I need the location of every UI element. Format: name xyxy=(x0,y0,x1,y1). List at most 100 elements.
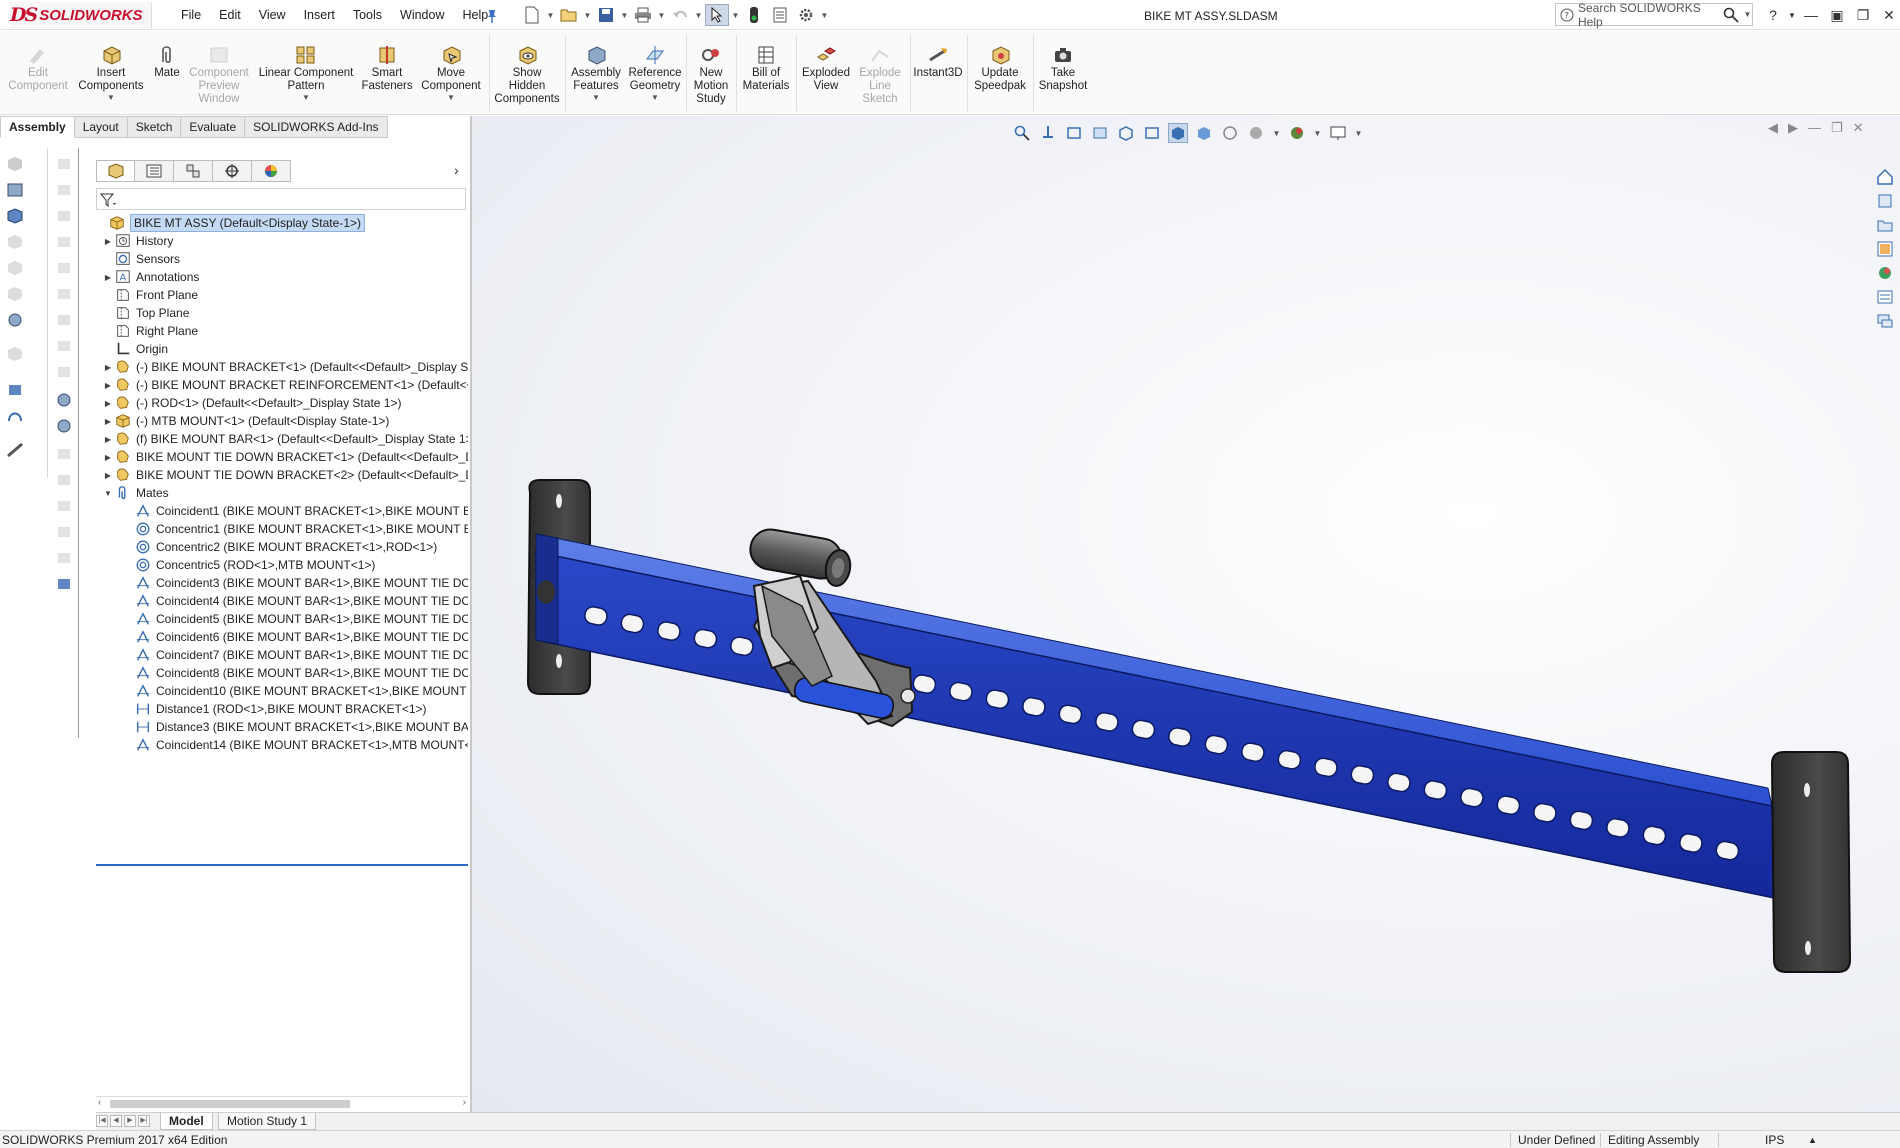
sketch-tool-icon[interactable] xyxy=(55,498,73,514)
options-gear-icon[interactable] xyxy=(794,4,818,26)
zoom-to-fit-icon[interactable] xyxy=(1012,123,1032,143)
section-view-icon[interactable] xyxy=(1090,123,1110,143)
dimxpert-tab[interactable] xyxy=(213,160,252,182)
expand-arrow-icon[interactable]: ▶ xyxy=(102,363,114,372)
viewport-minimize-icon[interactable]: — xyxy=(1808,120,1821,136)
expand-arrow-icon[interactable]: ▶ xyxy=(102,237,114,246)
solidworks-logo[interactable]: DS SOLIDWORKS xyxy=(10,2,152,28)
open-dropdown-icon[interactable]: ▼ xyxy=(583,11,592,20)
scroll-right-icon[interactable]: › xyxy=(463,1097,466,1108)
open-folder-icon[interactable] xyxy=(557,4,581,26)
save-dropdown-icon[interactable]: ▼ xyxy=(620,11,629,20)
previous-tab-icon[interactable]: ◀ xyxy=(110,1115,122,1127)
undo-dropdown-icon[interactable]: ▼ xyxy=(694,11,703,20)
update-speedpak-button[interactable]: Update Speedpak xyxy=(970,45,1030,93)
sketch-tool-icon[interactable] xyxy=(55,446,73,462)
viewport-restore-icon[interactable]: ❐ xyxy=(1831,120,1843,136)
sketch-tool-icon[interactable] xyxy=(55,260,73,276)
file-properties-icon[interactable] xyxy=(768,4,792,26)
tile-windows-icon[interactable]: ▣ xyxy=(1824,7,1850,24)
menu-edit[interactable]: Edit xyxy=(210,8,250,22)
sketch-tool-icon[interactable] xyxy=(55,208,73,224)
mate-button[interactable]: Mate xyxy=(150,45,184,80)
expand-arrow-icon[interactable]: ▶ xyxy=(102,471,114,480)
assembly-tool-icon[interactable] xyxy=(6,346,24,362)
forum-icon[interactable] xyxy=(1874,310,1896,332)
linear-component-pattern-button[interactable]: Linear Component Pattern ▼ xyxy=(254,45,358,103)
tab-evaluate[interactable]: Evaluate xyxy=(181,116,246,138)
move-component-dropdown-icon[interactable]: ▼ xyxy=(447,93,455,103)
configuration-manager-tab[interactable] xyxy=(174,160,213,182)
hide-show-items-icon[interactable] xyxy=(1194,123,1214,143)
appearances-scenes-icon[interactable] xyxy=(1874,262,1896,284)
scrollbar-thumb[interactable] xyxy=(110,1100,350,1108)
assembly-tool-icon[interactable] xyxy=(6,156,24,172)
minimize-icon[interactable]: — xyxy=(1798,7,1824,23)
unit-system[interactable]: IPS xyxy=(1765,1133,1784,1147)
display-manager-tab[interactable] xyxy=(252,160,291,182)
select-cursor-icon[interactable] xyxy=(705,4,729,26)
monitor-display-icon[interactable] xyxy=(1328,123,1348,143)
sketch-tool-icon[interactable] xyxy=(55,312,73,328)
options-dropdown-icon[interactable]: ▼ xyxy=(820,11,829,20)
tree-filter-field[interactable] xyxy=(96,188,466,210)
view-palette-icon[interactable] xyxy=(1874,238,1896,260)
search-help-field[interactable]: ? Search SOLIDWORKS Help ▼ xyxy=(1555,1,1753,29)
menu-window[interactable]: Window xyxy=(391,8,453,22)
print-dropdown-icon[interactable]: ▼ xyxy=(657,11,666,20)
assembly-tool-icon[interactable] xyxy=(6,382,24,398)
next-tab-icon[interactable]: ▶ xyxy=(124,1115,136,1127)
view-settings-icon[interactable] xyxy=(1287,123,1307,143)
scene-dropdown-icon[interactable]: ▼ xyxy=(1272,129,1281,138)
expand-arrow-icon[interactable]: ▶ xyxy=(102,399,114,408)
scroll-left-icon[interactable]: ‹ xyxy=(98,1097,101,1108)
sketch-tool-icon[interactable] xyxy=(55,550,73,566)
viewport-collapse-icon[interactable]: ◀ xyxy=(1768,120,1778,136)
exploded-view-button[interactable]: Exploded View xyxy=(799,45,853,93)
expand-arrow-icon[interactable]: ▶ xyxy=(102,381,114,390)
tab-solidworks-add-ins[interactable]: SOLIDWORKS Add-Ins xyxy=(245,116,388,138)
new-document-icon[interactable] xyxy=(520,4,544,26)
print-icon[interactable] xyxy=(631,4,655,26)
insert-components-dropdown-icon[interactable]: ▼ xyxy=(107,93,115,103)
expand-arrow-icon[interactable]: ▶ xyxy=(102,417,114,426)
tree-horizontal-scrollbar[interactable]: ‹ › xyxy=(96,1096,468,1110)
sketch-tool-icon[interactable] xyxy=(55,392,73,408)
expand-arrow-icon[interactable]: ▼ xyxy=(102,489,114,498)
edit-appearance-icon[interactable] xyxy=(1220,123,1240,143)
assembly-tool-icon[interactable] xyxy=(6,208,24,224)
last-tab-icon[interactable]: ▶| xyxy=(138,1115,150,1127)
edit-component-button[interactable]: Edit Component xyxy=(6,45,70,93)
feature-tree-tab[interactable] xyxy=(96,160,135,182)
pin-menu-icon[interactable] xyxy=(484,8,500,24)
close-icon[interactable]: ✕ xyxy=(1876,7,1900,24)
sketch-tool-icon[interactable] xyxy=(55,234,73,250)
assembly-tool-icon[interactable] xyxy=(6,234,24,250)
property-manager-tab[interactable] xyxy=(135,160,174,182)
custom-properties-icon[interactable] xyxy=(1874,286,1896,308)
sketch-tool-icon[interactable] xyxy=(55,524,73,540)
take-snapshot-button[interactable]: Take Snapshot xyxy=(1035,45,1091,93)
linear-pattern-dropdown-icon[interactable]: ▼ xyxy=(302,93,310,103)
smart-fasteners-button[interactable]: Smart Fasteners xyxy=(361,45,413,93)
undo-icon[interactable] xyxy=(668,4,692,26)
assembly-tool-icon[interactable] xyxy=(6,408,24,424)
rollback-bar[interactable] xyxy=(96,864,468,866)
assembly-tool-icon[interactable] xyxy=(6,442,24,458)
sketch-tool-icon[interactable] xyxy=(55,338,73,354)
design-library-icon[interactable] xyxy=(1874,190,1896,212)
assembly-tool-icon[interactable] xyxy=(6,286,24,302)
file-explorer-icon[interactable] xyxy=(1874,214,1896,236)
expand-arrow-icon[interactable]: ▶ xyxy=(102,453,114,462)
show-hidden-components-button[interactable]: Show Hidden Components xyxy=(493,45,561,106)
previous-view-icon[interactable] xyxy=(1064,123,1084,143)
new-motion-study-button[interactable]: New Motion Study xyxy=(689,45,733,106)
expand-panel-icon[interactable]: › xyxy=(454,162,459,178)
menu-insert[interactable]: Insert xyxy=(295,8,344,22)
sketch-tool-icon[interactable] xyxy=(55,576,73,592)
assembly-features-button[interactable]: Assembly Features ▼ xyxy=(568,45,624,103)
insert-components-button[interactable]: Insert Components ▼ xyxy=(76,45,146,103)
viewport-expand-icon[interactable]: ▶ xyxy=(1788,120,1798,136)
apply-scene-icon[interactable] xyxy=(1246,123,1266,143)
tree-node[interactable]: Coincident14 (BIKE MOUNT BRACKET<1>,MTB … xyxy=(96,734,468,756)
